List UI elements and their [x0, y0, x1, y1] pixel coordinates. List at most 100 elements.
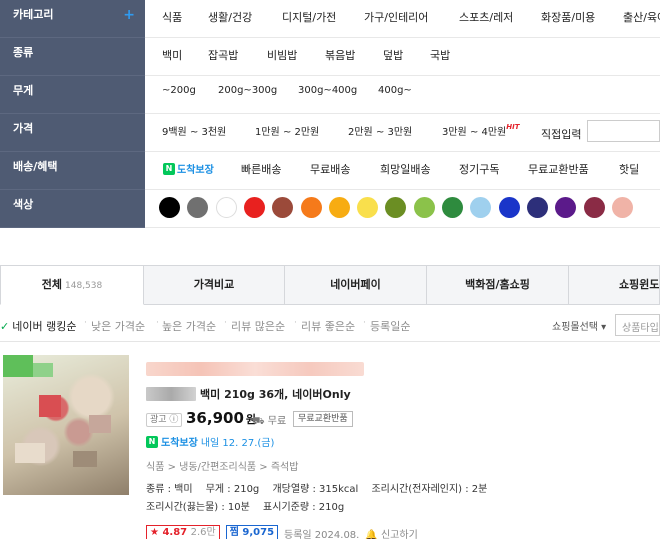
color-swatch[interactable] [328, 197, 350, 218]
sort-best-reviews[interactable]: 리뷰 좋은순 [301, 318, 355, 334]
category-option[interactable]: 출산/육아 [623, 9, 660, 25]
category-option[interactable]: 생활/건강 [208, 9, 252, 25]
spec-item: 표시기준량 : 210g [263, 502, 345, 513]
product-title[interactable]: 백미 210g 36개, 네이버Only [200, 386, 351, 402]
product-price: 36,900 원 [186, 409, 257, 427]
arrival-date: 내일 12. 27.(금) [200, 438, 275, 449]
color-swatch[interactable] [611, 197, 633, 218]
tab-price-compare[interactable]: 가격비교 [144, 265, 285, 305]
result-tabs: 전체 148,538 가격비교 네이버페이 백화점/홈쇼핑 쇼핑윈도 [0, 265, 660, 305]
spec-item: 종류 : 백미 [146, 484, 193, 495]
color-swatch[interactable] [583, 197, 605, 218]
color-swatch[interactable] [526, 197, 548, 218]
type-option[interactable]: 잡곡밥 [208, 47, 238, 63]
price-option[interactable]: 3만원 ~ 4만원HIT [442, 123, 520, 138]
color-swatch[interactable] [215, 197, 237, 218]
color-swatch[interactable] [498, 197, 520, 218]
sort-bar: ✓ 네이버 랭킹순 · 낮은 가격순 · 높은 가격순 · 리뷰 많은순 · 리뷰… [0, 306, 660, 342]
color-swatch[interactable] [442, 197, 463, 218]
category-option[interactable]: 식품 [162, 9, 182, 25]
tab-naverpay[interactable]: 네이버페이 [285, 265, 427, 305]
color-swatch[interactable] [413, 197, 435, 218]
delivery-options: N 도착보장 빠른배송 무료배송 희망일배송 정기구독 무료교환반품 핫딜 [145, 152, 660, 190]
delivery-option[interactable]: 핫딜 [619, 161, 639, 177]
arrival-guarantee: N 도착보장 내일 12. 27.(금) [146, 434, 274, 449]
ad-badge[interactable]: 광고 ⓘ [146, 413, 183, 427]
weight-options: ~200g 200g~300g 300g~400g 400g~ [145, 76, 660, 114]
weight-option[interactable]: 400g~ [378, 85, 412, 96]
sort-most-reviews[interactable]: 리뷰 많은순 [231, 318, 285, 334]
filter-label-type: 종류 [0, 38, 145, 76]
price-direct-input[interactable] [587, 120, 660, 142]
sort-separator: · [224, 318, 227, 328]
thumbnail-pixel [39, 395, 61, 417]
category-option[interactable]: 가구/인테리어 [364, 9, 428, 25]
type-option[interactable]: 비빔밥 [267, 47, 297, 63]
delivery-option[interactable]: 무료배송 [310, 161, 350, 177]
filter-label-price: 가격 [0, 114, 145, 152]
product-breadcrumb[interactable]: 식품 > 냉동/간편조리식품 > 즉석밥 [146, 458, 298, 473]
tab-department-homeshopping[interactable]: 백화점/홈쇼핑 [427, 265, 569, 305]
color-swatch[interactable] [357, 197, 379, 218]
delivery-option[interactable]: 정기구독 [459, 161, 499, 177]
filter-row-category: 카테고리 + 식품 생활/건강 디지털/가전 가구/인테리어 스포츠/레저 화장… [0, 0, 660, 38]
sort-low-price[interactable]: 낮은 가격순 [91, 318, 145, 334]
weight-option[interactable]: ~200g [162, 85, 196, 96]
delivery-option[interactable]: 희망일배송 [380, 161, 431, 177]
sort-naver-ranking[interactable]: ✓ 네이버 랭킹순 [0, 318, 76, 334]
delivery-option[interactable]: 빠른배송 [241, 161, 281, 177]
price-options: 9백원 ~ 3천원 1만원 ~ 2만원 2만원 ~ 3만원 3만원 ~ 4만원H… [145, 114, 660, 152]
report-link[interactable]: 🔔 신고하기 [365, 526, 417, 539]
product-type-input[interactable]: 상품타입 [615, 314, 660, 336]
thumbnail-pixel [3, 355, 33, 377]
rating-badge[interactable]: ★ 4.87 2.6만 [146, 525, 220, 539]
type-option[interactable]: 국밥 [430, 47, 450, 63]
price-option[interactable]: 2만원 ~ 3만원 [348, 123, 412, 138]
color-swatch[interactable] [300, 197, 322, 218]
sort-separator: · [363, 318, 366, 328]
thumbnail-pixel [15, 443, 45, 463]
category-option[interactable]: 스포츠/레저 [459, 9, 513, 25]
type-option[interactable]: 백미 [162, 47, 182, 63]
spec-item: 조리시간(끓는물) : 10분 [146, 502, 250, 513]
jjim-badge[interactable]: 찜 9,075 [225, 525, 279, 539]
filter-row-weight: 무게 ~200g 200g~300g 300g~400g 400g~ [0, 76, 660, 114]
delivery-option[interactable]: 무료교환반품 [528, 161, 589, 177]
category-option[interactable]: 화장품/미용 [541, 9, 595, 25]
sort-newest[interactable]: 등록일순 [370, 318, 410, 334]
product-title-row[interactable]: 백미 210g 36개, 네이버Only [146, 386, 351, 402]
filter-label-delivery: 배송/혜택 [0, 152, 145, 190]
truck-icon: ⛟ [252, 416, 265, 427]
direct-input-label: 직접입력 [541, 128, 582, 141]
color-swatch[interactable] [243, 197, 265, 218]
mall-select-dropdown[interactable]: 쇼핑몰선택 ▾ [552, 318, 606, 333]
color-swatch[interactable] [159, 197, 180, 218]
filter-row-delivery: 배송/혜택 N 도착보장 빠른배송 무료배송 희망일배송 정기구독 무료교환반품… [0, 152, 660, 190]
registered-date: 등록일 2024.08. [284, 529, 360, 539]
blurred-brand [146, 387, 196, 401]
sort-separator: · [294, 318, 297, 328]
sort-separator: · [84, 318, 87, 328]
weight-option[interactable]: 300g~400g [298, 85, 357, 96]
product-thumbnail[interactable] [3, 355, 129, 495]
delivery-option-dochak[interactable]: N 도착보장 [163, 161, 214, 176]
section-gap [0, 228, 660, 266]
tab-all[interactable]: 전체 148,538 [0, 265, 144, 305]
type-option[interactable]: 볶음밥 [325, 47, 355, 63]
tab-all-count: 148,538 [65, 281, 103, 291]
filter-row-type: 종류 백미 잡곡밥 비빔밥 볶음밥 덮밥 국밥 [0, 38, 660, 76]
shipping-info: ⛟ 무료 [252, 416, 287, 427]
type-options: 백미 잡곡밥 비빔밥 볶음밥 덮밥 국밥 [145, 38, 660, 76]
price-option[interactable]: 9백원 ~ 3천원 [162, 123, 226, 138]
tab-shopping-window[interactable]: 쇼핑윈도 [569, 265, 660, 305]
weight-option[interactable]: 200g~300g [218, 85, 277, 96]
price-option[interactable]: 1만원 ~ 2만원 [255, 123, 319, 138]
filter-row-price: 가격 9백원 ~ 3천원 1만원 ~ 2만원 2만원 ~ 3만원 3만원 ~ 4… [0, 114, 660, 152]
expand-plus-icon[interactable]: + [123, 0, 135, 30]
sort-high-price[interactable]: 높은 가격순 [162, 318, 216, 334]
category-option[interactable]: 디지털/가전 [282, 9, 336, 25]
type-option[interactable]: 덮밥 [383, 47, 403, 63]
spec-item: 무게 : 210g [205, 484, 260, 495]
blurred-store-name [146, 362, 364, 376]
filter-label-category: 카테고리 + [0, 0, 145, 38]
